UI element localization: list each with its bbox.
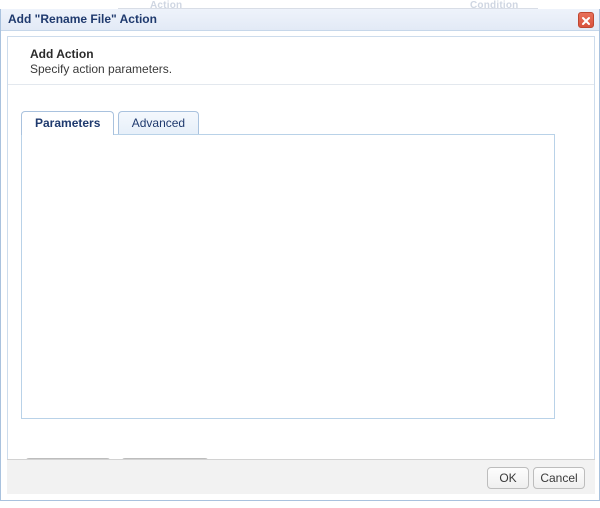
dialog-titlebar: Add "Rename File" Action	[1, 9, 599, 31]
dialog-title: Add "Rename File" Action	[8, 12, 157, 26]
add-action-dialog: Add "Rename File" Action Add Action Spec…	[0, 9, 600, 501]
tab-parameters[interactable]: Parameters	[21, 111, 115, 136]
tab-panel-parameters	[21, 134, 555, 419]
header-divider	[8, 84, 594, 85]
cancel-button[interactable]: Cancel	[533, 467, 585, 489]
section-title: Add Action	[30, 47, 94, 61]
section-subtitle: Specify action parameters.	[30, 62, 173, 76]
tabstrip: Parameters Advanced	[21, 111, 200, 136]
dialog-body: Add Action Specify action parameters. Pa…	[7, 36, 595, 496]
ok-button[interactable]: OK	[487, 467, 529, 489]
dialog-footer: OK Cancel	[7, 459, 595, 494]
close-icon[interactable]	[578, 12, 594, 28]
tab-advanced[interactable]: Advanced	[117, 111, 200, 135]
